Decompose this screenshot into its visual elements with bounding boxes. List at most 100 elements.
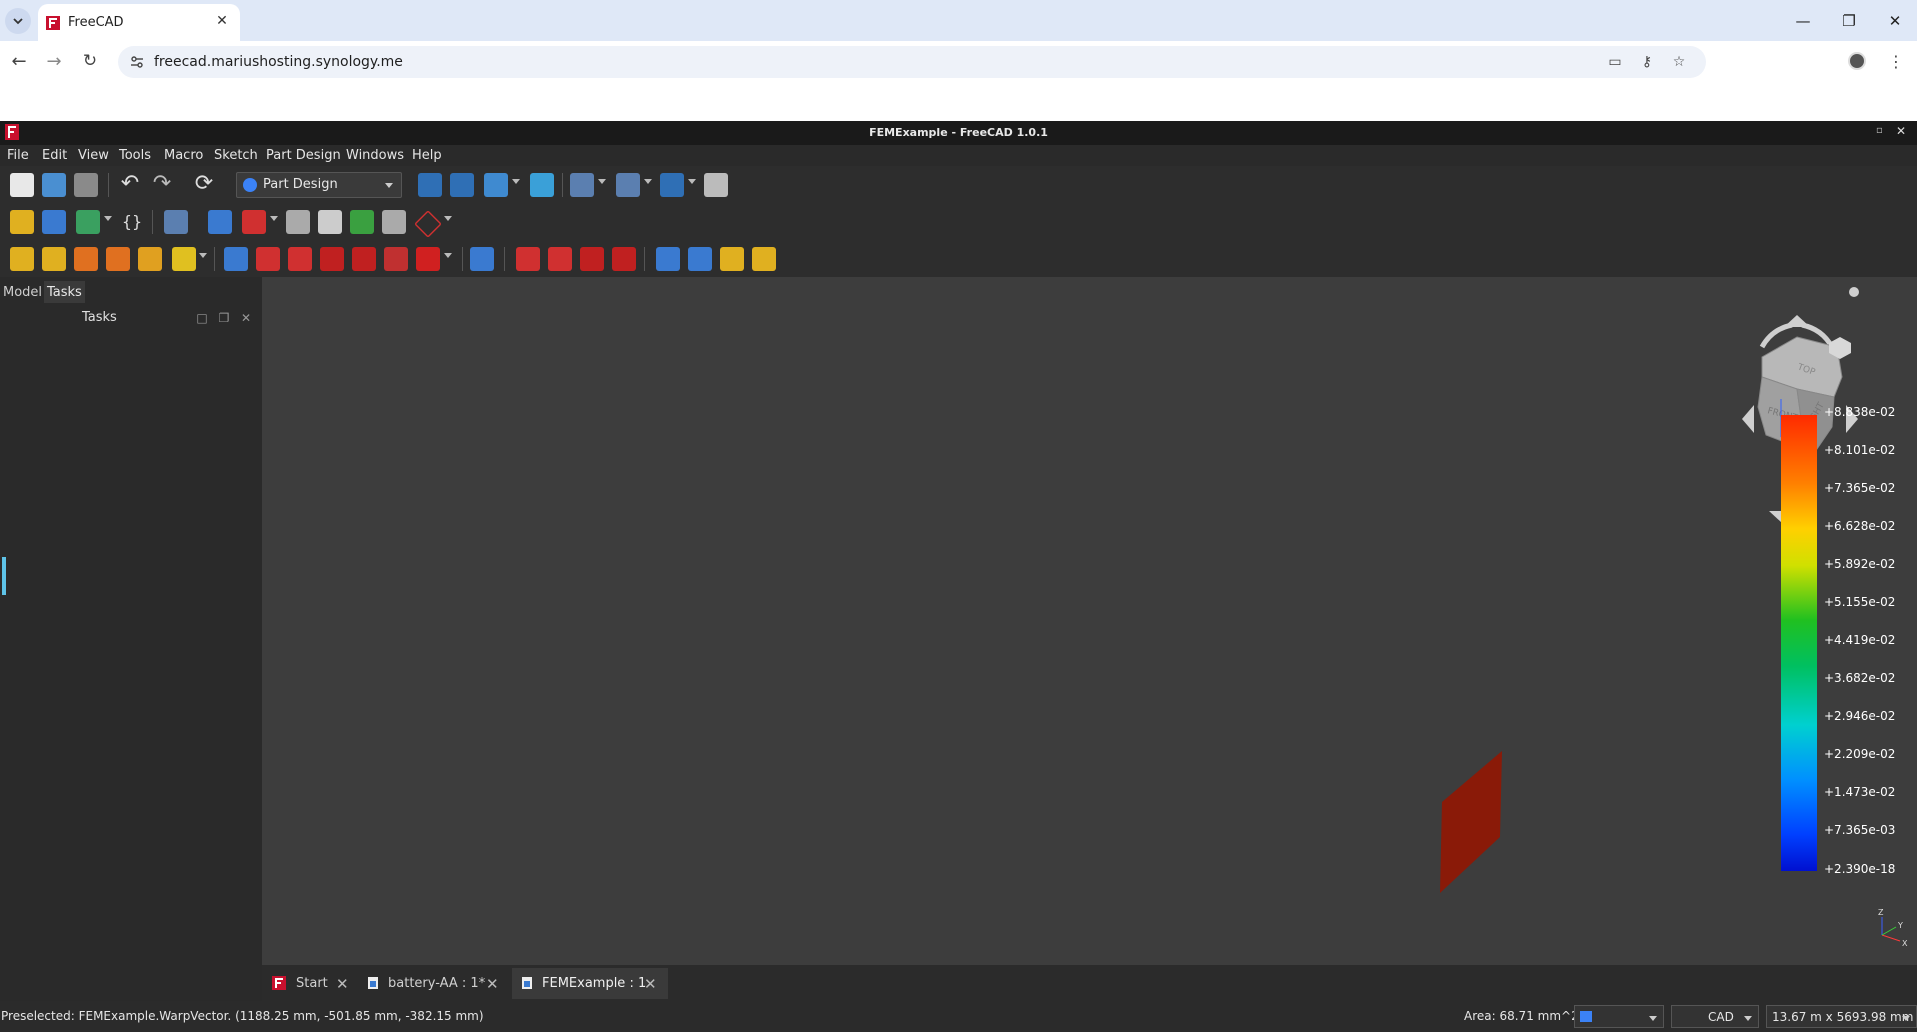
open-document-icon[interactable] — [42, 173, 66, 197]
close-tab-icon[interactable]: ✕ — [644, 975, 657, 993]
browser-tab-freecad[interactable]: FreeCAD ✕ — [38, 4, 240, 41]
additive-primitive-icon[interactable] — [172, 247, 196, 271]
site-settings-icon[interactable] — [130, 55, 144, 69]
menu-windows[interactable]: Windows — [346, 148, 404, 163]
new-document-icon[interactable] — [10, 173, 34, 197]
redo-icon[interactable]: ↷ — [150, 173, 174, 197]
menu-help[interactable]: Help — [412, 148, 442, 163]
draft-icon[interactable] — [580, 247, 604, 271]
create-part-icon[interactable] — [10, 210, 34, 234]
menu-macro[interactable]: Macro — [164, 148, 203, 163]
whats-this-icon[interactable] — [704, 173, 728, 197]
undo-icon[interactable]: ↶ — [118, 173, 142, 197]
variable-set-icon[interactable]: {} — [120, 210, 144, 234]
body-icon[interactable] — [208, 210, 232, 234]
document-tabs: Start ✕ battery-AA : 1* ✕ FEMExample : 1… — [262, 965, 1917, 1001]
tab-model[interactable]: Model — [0, 281, 45, 303]
restore-icon[interactable]: ❐ — [1826, 0, 1872, 41]
additive-helix-icon[interactable] — [138, 247, 162, 271]
password-key-icon[interactable]: ⚷ — [1638, 53, 1656, 71]
bookmark-star-icon[interactable]: ☆ — [1670, 53, 1688, 71]
menu-sketch[interactable]: Sketch — [214, 148, 258, 163]
mirrored-icon[interactable] — [656, 247, 680, 271]
save-icon[interactable] — [74, 173, 98, 197]
forward-arrow-icon[interactable]: → — [40, 47, 68, 75]
back-arrow-icon[interactable]: ← — [5, 47, 33, 75]
polar-pattern-icon[interactable] — [720, 247, 744, 271]
shape-binder-icon[interactable] — [318, 210, 342, 234]
fillet-icon[interactable] — [516, 247, 540, 271]
tab-search-button[interactable] — [5, 8, 31, 34]
draw-style-icon[interactable] — [484, 173, 508, 197]
float-panel-icon[interactable]: ❐ — [218, 312, 230, 324]
nav-menu-icon[interactable] — [1849, 287, 1859, 297]
std-views-icon[interactable] — [616, 173, 640, 197]
navigation-style-selector[interactable]: CAD — [1671, 1005, 1759, 1028]
thickness-icon[interactable] — [612, 247, 636, 271]
doc-tab-battery[interactable]: battery-AA : 1* ✕ — [358, 968, 510, 999]
subtractive-helix-icon[interactable] — [384, 247, 408, 271]
measure-icon[interactable] — [660, 173, 684, 197]
subtractive-primitive-icon[interactable] — [416, 247, 440, 271]
chevron-down-icon — [1902, 1016, 1910, 1021]
bounding-box-icon[interactable] — [530, 173, 554, 197]
fem-result-model[interactable]: TOP FRONT RIGHT Z Y X — [262, 277, 1917, 965]
datum-plane-icon[interactable] — [414, 210, 442, 238]
menu-view[interactable]: View — [78, 148, 109, 163]
pocket-icon[interactable] — [224, 247, 248, 271]
fit-all-icon[interactable] — [418, 173, 442, 197]
minimize-icon[interactable]: — — [1780, 0, 1826, 41]
doc-tab-femexample[interactable]: FEMExample : 1 ✕ — [512, 968, 668, 999]
nav-rotate-left-icon[interactable] — [1742, 405, 1754, 433]
refresh-icon[interactable]: ⟳ — [192, 173, 216, 197]
menu-tools[interactable]: Tools — [119, 148, 151, 163]
browser-menu-icon[interactable]: ⋮ — [1882, 47, 1910, 75]
sketch-icon[interactable] — [242, 210, 266, 234]
color-selector[interactable] — [1574, 1005, 1664, 1028]
fit-selection-icon[interactable] — [450, 173, 474, 197]
workbench-selector[interactable]: Part Design — [236, 172, 402, 198]
clipboard-icon[interactable]: ▭ — [1606, 53, 1624, 71]
close-fc-window-icon[interactable]: ✕ — [1896, 124, 1906, 138]
multi-transform-icon[interactable] — [752, 247, 776, 271]
close-tab-icon[interactable]: ✕ — [212, 11, 232, 31]
menu-edit[interactable]: Edit — [42, 148, 67, 163]
sub-shape-binder-icon[interactable] — [350, 210, 374, 234]
subtractive-loft-icon[interactable] — [320, 247, 344, 271]
help-pointer-icon[interactable] — [164, 210, 188, 234]
additive-loft-icon[interactable] — [74, 247, 98, 271]
tab-tasks[interactable]: Tasks — [44, 281, 85, 303]
colorbar-label: +7.365e-02 — [1824, 481, 1896, 495]
additive-pipe-icon[interactable] — [106, 247, 130, 271]
doc-tab-start[interactable]: Start ✕ — [264, 968, 354, 999]
close-tab-icon[interactable]: ✕ — [486, 975, 499, 993]
clone-icon[interactable] — [382, 210, 406, 234]
pad-icon[interactable] — [10, 247, 34, 271]
3d-view[interactable]: TOP FRONT RIGHT Z Y X +8.838e-02 +8.101e… — [262, 277, 1917, 965]
hole-icon[interactable] — [256, 247, 280, 271]
menu-part-design[interactable]: Part Design — [266, 148, 341, 163]
boolean-icon[interactable] — [470, 247, 494, 271]
close-tab-icon[interactable]: ✕ — [336, 975, 349, 993]
view-isometric-icon[interactable] — [570, 173, 594, 197]
create-group-icon[interactable] — [42, 210, 66, 234]
validate-sketch-icon[interactable] — [286, 210, 310, 234]
revolution-icon[interactable] — [42, 247, 66, 271]
float-window-icon[interactable]: ▫ — [1876, 125, 1883, 136]
dimension-selector[interactable]: 13.67 m x 5693.98 mm — [1766, 1005, 1917, 1028]
result-colorbar[interactable] — [1781, 415, 1817, 871]
close-window-icon[interactable]: ✕ — [1872, 0, 1917, 41]
maximize-panel-icon[interactable]: □ — [196, 312, 208, 324]
address-bar[interactable]: freecad.mariushosting.synology.me ▭ ⚷ ☆ — [118, 46, 1706, 78]
splitter-handle[interactable] — [2, 557, 6, 595]
subtractive-pipe-icon[interactable] — [352, 247, 376, 271]
reload-icon[interactable]: ↻ — [76, 47, 104, 75]
menu-file[interactable]: File — [7, 148, 29, 163]
groove-icon[interactable] — [288, 247, 312, 271]
tasks-header: Tasks □ ❐ ✕ — [0, 306, 262, 330]
profile-avatar[interactable] — [1848, 52, 1866, 70]
linear-pattern-icon[interactable] — [688, 247, 712, 271]
close-panel-icon[interactable]: ✕ — [240, 312, 252, 324]
link-icon[interactable] — [76, 210, 100, 234]
chamfer-icon[interactable] — [548, 247, 572, 271]
